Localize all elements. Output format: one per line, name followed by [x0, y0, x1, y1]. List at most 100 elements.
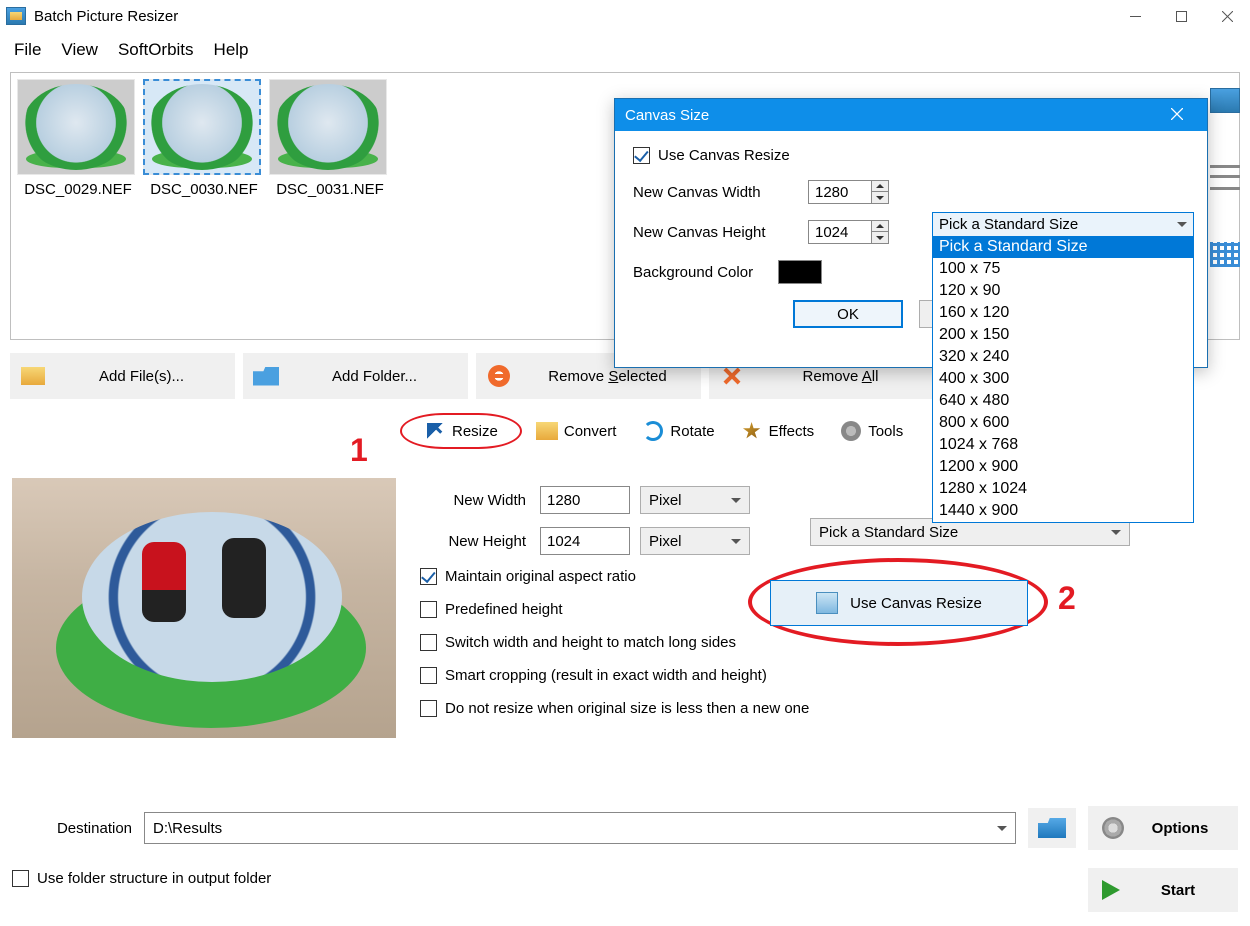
- switch-sides-checkbox[interactable]: [420, 634, 437, 651]
- smart-cropping-checkbox[interactable]: [420, 667, 437, 684]
- dropdown-item[interactable]: 800 x 600: [933, 412, 1193, 434]
- sidebar-icon-1[interactable]: [1210, 88, 1240, 113]
- dropdown-item[interactable]: 1280 x 1024: [933, 478, 1193, 500]
- canvas-icon: [816, 592, 838, 614]
- new-height-input[interactable]: [540, 527, 630, 555]
- dropdown-item[interactable]: 1440 x 900: [933, 500, 1193, 522]
- predefined-height-label: Predefined height: [445, 601, 563, 618]
- chevron-down-icon: [731, 539, 741, 544]
- dropdown-item[interactable]: 1024 x 768: [933, 434, 1193, 456]
- dropdown-item[interactable]: 100 x 75: [933, 258, 1193, 280]
- effects-icon: [743, 422, 761, 440]
- destination-input[interactable]: D:\Results: [144, 812, 1016, 844]
- annotation-2: 2: [1058, 580, 1076, 617]
- browse-button[interactable]: [1028, 808, 1076, 848]
- sidebar-icon-list[interactable]: [1210, 165, 1240, 190]
- chevron-down-icon: [1177, 222, 1187, 227]
- maintain-ratio-label: Maintain original aspect ratio: [445, 568, 636, 585]
- switch-sides-label: Switch width and height to match long si…: [445, 634, 736, 651]
- close-button[interactable]: [1204, 0, 1250, 32]
- spin-down-button[interactable]: [872, 232, 888, 243]
- bottom-bar: Destination D:\Results Options Use folde…: [12, 806, 1238, 912]
- new-height-label: New Height: [420, 533, 540, 550]
- start-button[interactable]: Start: [1088, 868, 1238, 912]
- dropdown-header[interactable]: Pick a Standard Size: [932, 212, 1194, 236]
- spin-up-button[interactable]: [872, 221, 888, 232]
- chevron-down-icon: [997, 826, 1007, 831]
- no-upscale-label: Do not resize when original size is less…: [445, 700, 809, 717]
- dropdown-item[interactable]: 160 x 120: [933, 302, 1193, 324]
- new-width-input[interactable]: [540, 486, 630, 514]
- maximize-button[interactable]: [1158, 0, 1204, 32]
- sidebar-icon-grid[interactable]: [1210, 242, 1240, 267]
- tab-tools[interactable]: Tools: [828, 414, 915, 448]
- thumbnail-label: DSC_0031.NEF: [269, 181, 391, 198]
- dialog-close-button[interactable]: [1157, 107, 1197, 124]
- width-unit-select[interactable]: Pixel: [640, 486, 750, 514]
- canvas-width-input[interactable]: [808, 180, 872, 204]
- remove-all-icon: [722, 366, 742, 386]
- predefined-height-checkbox[interactable]: [420, 601, 437, 618]
- bg-color-swatch[interactable]: [778, 260, 822, 284]
- gear-icon: [1102, 817, 1124, 839]
- minimize-button[interactable]: [1112, 0, 1158, 32]
- dropdown-item[interactable]: 120 x 90: [933, 280, 1193, 302]
- canvas-height-label: New Canvas Height: [633, 224, 808, 241]
- options-button[interactable]: Options: [1088, 806, 1238, 850]
- thumbnail-label: DSC_0030.NEF: [143, 181, 265, 198]
- menu-view[interactable]: View: [51, 36, 108, 64]
- no-upscale-checkbox[interactable]: [420, 700, 437, 717]
- annotation-1: 1: [350, 432, 368, 469]
- tab-convert[interactable]: Convert: [524, 414, 629, 448]
- chevron-down-icon: [731, 498, 741, 503]
- chevron-down-icon: [1111, 530, 1121, 535]
- titlebar: Batch Picture Resizer: [0, 0, 1250, 32]
- folder-icon: [253, 367, 279, 386]
- menu-file[interactable]: File: [4, 36, 51, 64]
- menu-softorbits[interactable]: SoftOrbits: [108, 36, 204, 64]
- bg-color-label: Background Color: [633, 264, 778, 281]
- app-icon: [6, 7, 26, 25]
- thumbnail-item[interactable]: DSC_0029.NEF: [17, 79, 139, 198]
- use-folder-structure-checkbox[interactable]: [12, 870, 29, 887]
- dropdown-item[interactable]: Pick a Standard Size: [933, 236, 1193, 258]
- dropdown-item[interactable]: 1200 x 900: [933, 456, 1193, 478]
- play-icon: [1102, 880, 1120, 900]
- convert-icon: [536, 422, 558, 440]
- ok-button[interactable]: OK: [793, 300, 903, 328]
- use-folder-structure-label: Use folder structure in output folder: [37, 870, 271, 887]
- rotate-icon: [643, 421, 663, 441]
- canvas-width-label: New Canvas Width: [633, 184, 808, 201]
- dropdown-item[interactable]: 640 x 480: [933, 390, 1193, 412]
- use-canvas-resize-checkbox[interactable]: [633, 147, 650, 164]
- menu-help[interactable]: Help: [204, 36, 259, 64]
- file-icon: [21, 367, 45, 385]
- thumbnail-item[interactable]: DSC_0031.NEF: [269, 79, 391, 198]
- tab-rotate[interactable]: Rotate: [630, 414, 726, 448]
- tab-resize[interactable]: Resize: [400, 413, 522, 449]
- thumbnail-item[interactable]: DSC_0030.NEF: [143, 79, 265, 198]
- remove-icon: [488, 365, 510, 387]
- new-width-label: New Width: [420, 492, 540, 509]
- standard-size-dropdown: Pick a Standard Size Pick a Standard Siz…: [932, 212, 1194, 523]
- use-canvas-resize-button[interactable]: Use Canvas Resize: [770, 580, 1028, 626]
- tab-effects[interactable]: Effects: [729, 414, 827, 448]
- spin-up-button[interactable]: [872, 181, 888, 192]
- app-title: Batch Picture Resizer: [34, 8, 178, 25]
- spin-down-button[interactable]: [872, 192, 888, 203]
- resize-icon: [425, 421, 445, 441]
- destination-label: Destination: [12, 820, 132, 837]
- dialog-titlebar: Canvas Size: [615, 99, 1207, 131]
- height-unit-select[interactable]: Pixel: [640, 527, 750, 555]
- maintain-ratio-checkbox[interactable]: [420, 568, 437, 585]
- smart-cropping-label: Smart cropping (result in exact width an…: [445, 667, 767, 684]
- dropdown-item[interactable]: 320 x 240: [933, 346, 1193, 368]
- canvas-height-input[interactable]: [808, 220, 872, 244]
- preview-image: [12, 478, 396, 738]
- add-folder-button[interactable]: Add Folder...: [243, 353, 468, 399]
- add-files-button[interactable]: Add File(s)...: [10, 353, 235, 399]
- dropdown-item[interactable]: 200 x 150: [933, 324, 1193, 346]
- dropdown-item[interactable]: 400 x 300: [933, 368, 1193, 390]
- dialog-title: Canvas Size: [625, 107, 709, 124]
- menubar: File View SoftOrbits Help: [0, 32, 1250, 72]
